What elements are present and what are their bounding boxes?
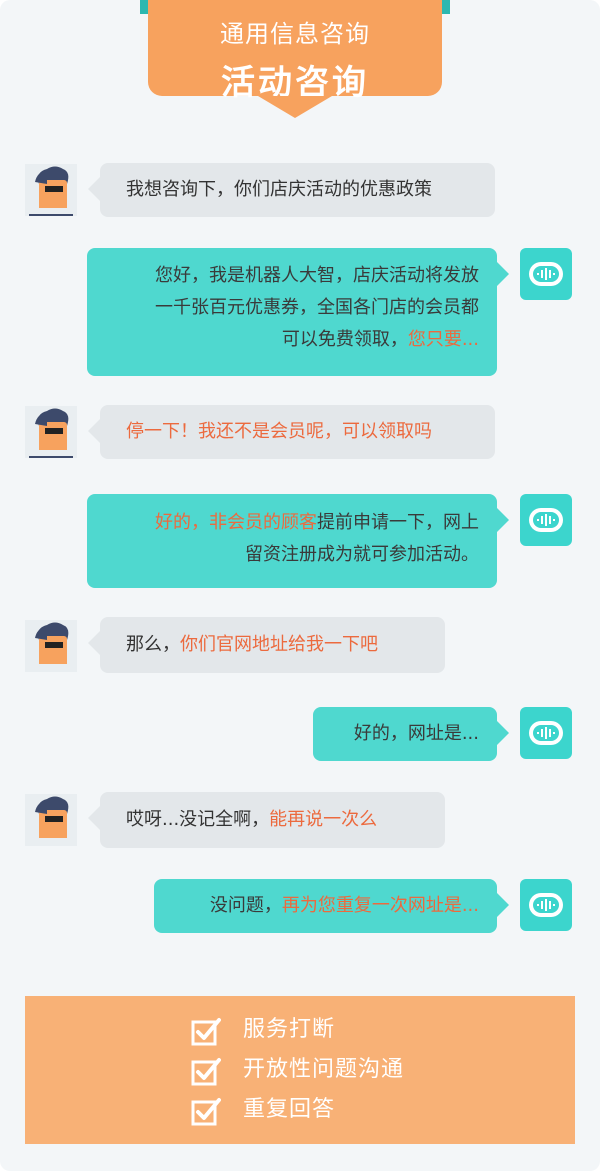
message-text: 留资注册成为就可参加活动。	[245, 544, 479, 565]
message-highlight: 好的，非会员的顾客	[155, 512, 317, 533]
user-avatar-icon	[25, 164, 77, 216]
message-bubble-bot: 好的，非会员的顾客提前申请一下，网上 留资注册成为就可参加活动。	[87, 494, 509, 588]
user-avatar-icon	[25, 620, 77, 672]
message-text: 没问题，	[209, 895, 282, 916]
header-banner: 通用信息咨询 活动咨询	[148, 0, 442, 118]
message-line: 留资注册成为就可参加活动。	[105, 539, 479, 571]
robot-voice-icon	[520, 879, 572, 931]
message-line: 可以免费领取，您只要...	[105, 324, 479, 356]
message-text: 您好，我是机器人大智，店庆活动将发放	[155, 265, 479, 286]
message-bubble-bot: 您好，我是机器人大智，店庆活动将发放 一千张百元优惠券，全国各门店的会员都 可以…	[87, 248, 509, 376]
message-highlight: 停一下！我还不是会员呢，可以领取吗	[126, 421, 432, 442]
message-line: 一千张百元优惠券，全国各门店的会员都	[105, 292, 479, 324]
summary-label: 重复回答	[243, 1097, 336, 1122]
header-title: 活动咨询	[221, 63, 369, 103]
robot-voice-icon	[520, 494, 572, 546]
message-bubble-user: 我想咨询下，你们店庆活动的优惠政策	[88, 163, 495, 217]
header-subtitle: 通用信息咨询	[220, 20, 370, 48]
page: 通用信息咨询 活动咨询 我想咨询下，你们店庆活动的优惠政策 您好，我是机器人大智…	[0, 0, 600, 1171]
message-line: 您好，我是机器人大智，店庆活动将发放	[105, 260, 479, 292]
message-bubble-user: 停一下！我还不是会员呢，可以领取吗	[88, 405, 495, 459]
message-bubble-user: 那么，你们官网地址给我一下吧	[88, 617, 445, 673]
message-text: 提前申请一下，网上	[317, 512, 479, 533]
message-text: 哎呀...没记全啊，	[126, 809, 270, 830]
robot-voice-icon	[520, 707, 572, 759]
message-highlight: 再为您重复一次网址是...	[281, 895, 479, 916]
message-text: 可以免费领取，	[281, 329, 408, 350]
message-highlight: 您只要...	[407, 329, 479, 350]
robot-voice-icon	[520, 248, 572, 300]
message-bubble-bot: 没问题，再为您重复一次网址是...	[154, 879, 509, 933]
message-highlight: 你们官网地址给我一下吧	[180, 634, 378, 655]
check-icon	[191, 1058, 221, 1086]
summary-label: 服务打断	[243, 1017, 336, 1042]
message-text: 好的，网址是...	[353, 723, 479, 744]
message-bubble-bot: 好的，网址是...	[313, 707, 509, 761]
check-icon	[191, 1098, 221, 1126]
user-avatar-icon	[25, 794, 77, 846]
check-icon	[191, 1018, 221, 1046]
message-text: 那么，	[126, 634, 180, 655]
summary-box: 服务打断 开放性问题沟通 重复回答	[25, 996, 575, 1144]
message-text: 我想咨询下，你们店庆活动的优惠政策	[126, 179, 432, 200]
message-highlight: 能再说一次么	[269, 809, 378, 830]
message-text: 一千张百元优惠券，全国各门店的会员都	[155, 297, 479, 318]
message-line: 好的，非会员的顾客提前申请一下，网上	[105, 507, 479, 539]
message-bubble-user: 哎呀...没记全啊，能再说一次么	[88, 792, 445, 848]
summary-label: 开放性问题沟通	[243, 1057, 405, 1082]
user-avatar-icon	[25, 406, 77, 458]
